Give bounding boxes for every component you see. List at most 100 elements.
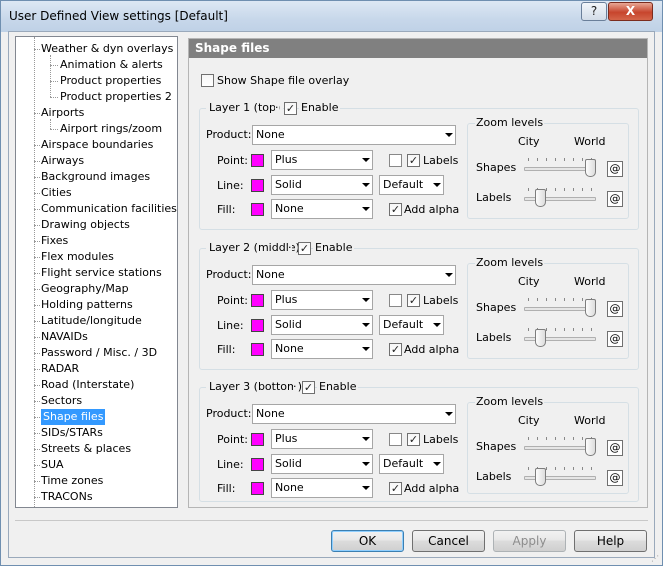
add-alpha-checkbox[interactable]: ✓ (389, 343, 402, 356)
label-color-swatch[interactable] (389, 154, 402, 167)
tree-item[interactable]: Holding patterns (41, 297, 133, 313)
tree-item[interactable]: Latitude/longitude (41, 313, 142, 329)
slider-tick (537, 158, 538, 161)
tree-item[interactable]: Fixes (41, 233, 68, 249)
add-alpha-checkbox[interactable]: ✓ (389, 203, 402, 216)
point-style-select[interactable]: Plus (271, 290, 373, 310)
tree-item[interactable]: Communication facilities (41, 201, 177, 217)
product-select[interactable]: None (252, 404, 456, 424)
fill-color-swatch[interactable] (251, 203, 264, 216)
resize-grip-icon[interactable]: ⋰ (651, 554, 661, 564)
point-style-select-value: Plus (275, 293, 298, 306)
point-color-swatch[interactable] (251, 433, 264, 446)
zoom-set-button[interactable]: @ (607, 301, 623, 317)
tree-item[interactable]: RADAR (41, 361, 79, 377)
slider-tick (564, 158, 565, 161)
settings-tree[interactable]: ▲ ▼ Weather & dyn overlaysAnimation & al… (15, 36, 178, 508)
product-select[interactable]: None (252, 265, 456, 285)
zoom-set-button[interactable]: @ (607, 440, 623, 456)
tree-item[interactable]: SIDs/STARs (41, 425, 103, 441)
help-title-button[interactable]: ? (581, 2, 607, 21)
apply-button[interactable]: Apply (493, 530, 566, 552)
line-width-select[interactable]: Default (379, 454, 444, 474)
point-color-swatch[interactable] (251, 294, 264, 307)
line-width-select[interactable]: Default (379, 175, 444, 195)
tree-item[interactable]: Streets & places (41, 441, 131, 457)
labels-checkbox[interactable]: ✓ (407, 294, 420, 307)
line-color-swatch[interactable] (251, 458, 264, 471)
label-color-swatch[interactable] (389, 294, 402, 307)
tree-item[interactable]: Time zones (41, 473, 103, 489)
tree-item[interactable]: Product properties (60, 73, 161, 89)
point-color-swatch[interactable] (251, 154, 264, 167)
tree-item[interactable]: Animation & alerts (60, 57, 163, 73)
enable-checkbox[interactable]: ✓ (284, 102, 297, 115)
product-select[interactable]: None (252, 125, 456, 145)
label-color-swatch[interactable] (389, 433, 402, 446)
line-style-select-value: Solid (275, 457, 302, 470)
zoom-set-button[interactable]: @ (607, 191, 623, 207)
labels-zoom-slider[interactable] (535, 468, 546, 486)
point-label: Point: (217, 294, 249, 307)
tree-item[interactable]: Sectors (41, 393, 82, 409)
add-alpha-checkbox[interactable]: ✓ (389, 482, 402, 495)
line-style-select[interactable]: Solid (271, 454, 373, 474)
layer-title: Layer 1 (top) (206, 101, 284, 114)
tree-item[interactable]: Airways (41, 153, 84, 169)
shapes-zoom-slider[interactable] (585, 299, 596, 317)
tree-item[interactable]: Password / Misc. / 3D (41, 345, 157, 361)
cancel-button[interactable]: Cancel (412, 530, 485, 552)
tree-item[interactable]: Airports (41, 105, 84, 121)
tree-item[interactable]: Background images (41, 169, 150, 185)
point-style-select[interactable]: Plus (271, 429, 373, 449)
tree-item[interactable]: Product properties 2 (60, 89, 172, 105)
shapes-zoom-slider[interactable] (585, 159, 596, 177)
slider-tick (564, 298, 565, 301)
ok-button[interactable]: OK (331, 530, 404, 552)
labels-zoom-slider[interactable] (535, 329, 546, 347)
dropdown-arrow-icon (362, 323, 370, 327)
world-label: World (574, 135, 606, 148)
line-color-swatch[interactable] (251, 179, 264, 192)
labels-checkbox[interactable]: ✓ (407, 154, 420, 167)
slider-tick (591, 328, 592, 331)
line-color-swatch[interactable] (251, 319, 264, 332)
enable-checkbox[interactable]: ✓ (302, 381, 315, 394)
show-overlay-checkbox[interactable] (201, 74, 214, 87)
point-style-select[interactable]: Plus (271, 150, 373, 170)
fill-style-select[interactable]: None (271, 478, 373, 498)
fill-color-swatch[interactable] (251, 482, 264, 495)
tree-item[interactable]: Shape files (41, 409, 106, 425)
tree-item[interactable]: Airspace boundaries (41, 137, 153, 153)
tree-item[interactable]: Cities (41, 185, 72, 201)
tree-item[interactable]: Geography/Map (41, 281, 129, 297)
zoom-set-button[interactable]: @ (607, 331, 623, 347)
dropdown-arrow-icon (362, 462, 370, 466)
tree-item[interactable]: NAVAIDs (41, 329, 88, 345)
enable-checkbox[interactable]: ✓ (298, 242, 311, 255)
fill-color-swatch[interactable] (251, 343, 264, 356)
title-bar[interactable]: User Defined View settings [Default] ? X (1, 1, 662, 32)
line-width-select[interactable]: Default (379, 315, 444, 335)
tree-item[interactable]: Flight service stations (41, 265, 162, 281)
close-button[interactable]: X (608, 2, 653, 21)
tree-item[interactable]: SUA (41, 457, 64, 473)
shapes-zoom-slider[interactable] (585, 438, 596, 456)
add-alpha-label: Add alpha (404, 203, 460, 216)
line-style-select[interactable]: Solid (271, 315, 373, 335)
labels-checkbox[interactable]: ✓ (407, 433, 420, 446)
line-label: Line: (217, 319, 244, 332)
fill-style-select[interactable]: None (271, 199, 373, 219)
help-button[interactable]: Help (574, 530, 647, 552)
tree-item[interactable]: TRACONs (41, 489, 93, 505)
tree-item[interactable]: Airport rings/zoom (60, 121, 162, 137)
tree-item[interactable]: Weather & dyn overlays (41, 41, 173, 57)
labels-zoom-slider[interactable] (535, 189, 546, 207)
tree-item[interactable]: Flex modules (41, 249, 114, 265)
tree-item[interactable]: Road (Interstate) (41, 377, 134, 393)
line-style-select[interactable]: Solid (271, 175, 373, 195)
fill-style-select[interactable]: None (271, 339, 373, 359)
tree-item[interactable]: Drawing objects (41, 217, 130, 233)
zoom-set-button[interactable]: @ (607, 470, 623, 486)
zoom-set-button[interactable]: @ (607, 161, 623, 177)
